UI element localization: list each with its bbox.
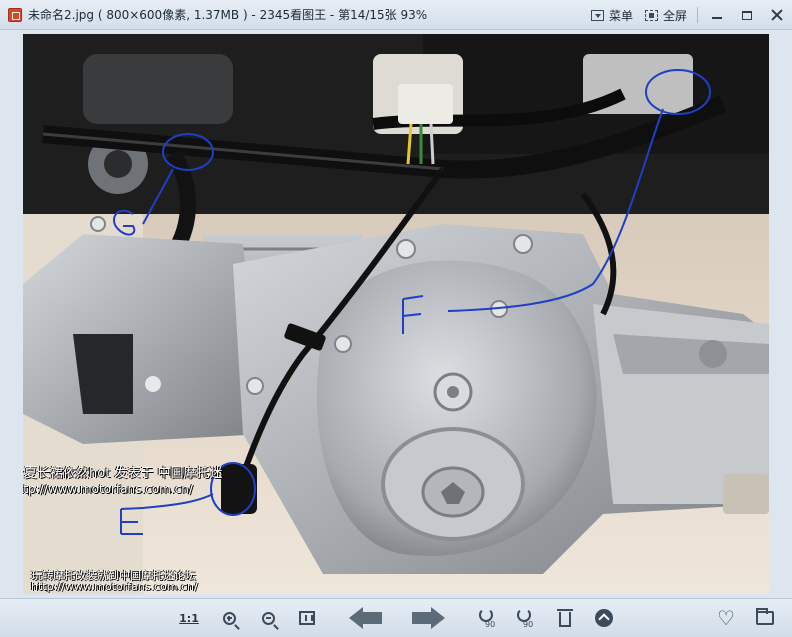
fit-window-icon [299, 611, 315, 625]
fullscreen-button[interactable]: 全屏 [639, 4, 693, 26]
favorite-button[interactable]: ♡ [713, 606, 739, 630]
maximize-icon [742, 10, 752, 20]
displayed-photo[interactable]: G F E 今夏长裙依然hot 发表于 中国摩托迷 http://www.mot… [23, 34, 769, 594]
app-icon [8, 7, 22, 22]
delete-icon [557, 609, 573, 627]
fullscreen-label: 全屏 [662, 8, 687, 23]
minimize-button[interactable] [702, 4, 732, 26]
rotate-left-degree: 90 [485, 620, 496, 629]
next-arrow-icon [411, 607, 445, 629]
rotate-left-button[interactable]: 90 [474, 606, 500, 630]
watermark-bottom-line2: http://www.motorfans.com.cn/ [31, 580, 198, 593]
rotate-right-degree: 90 [523, 620, 534, 629]
close-icon [771, 9, 783, 21]
scroll-up-button[interactable] [591, 606, 617, 630]
open-folder-button[interactable] [752, 606, 778, 630]
next-image-button[interactable] [410, 606, 446, 630]
menu-icon [590, 9, 604, 21]
zoom-out-button[interactable] [255, 606, 281, 630]
fit-window-button[interactable] [294, 606, 320, 630]
rotate-left-icon: 90 [477, 607, 497, 629]
menu-label: 菜单 [608, 8, 633, 23]
rotate-right-icon: 90 [515, 607, 535, 629]
open-folder-icon [756, 608, 774, 625]
menu-button[interactable]: 菜单 [585, 4, 639, 26]
delete-button[interactable] [552, 606, 578, 630]
actual-size-label: 1:1 [179, 611, 199, 625]
title-separator [697, 7, 698, 23]
zoom-in-button[interactable] [216, 606, 242, 630]
scroll-up-icon [595, 609, 613, 627]
close-button[interactable] [762, 4, 792, 26]
fullscreen-icon [644, 9, 658, 21]
actual-size-button[interactable]: 1:1 [176, 606, 202, 630]
title-bar: 未命名2.jpg ( 800×600像素, 1.37MB ) - 2345看图王… [0, 0, 792, 30]
zoom-in-icon [222, 611, 236, 625]
minimize-icon [712, 17, 722, 19]
title-actions: 菜单 全屏 [585, 0, 792, 30]
bottom-toolbar: 1:1 90 90 ♡ [0, 598, 792, 637]
zoom-out-icon [261, 611, 275, 625]
image-viewer-area[interactable]: G F E 今夏长裙依然hot 发表于 中国摩托迷 http://www.mot… [0, 30, 792, 598]
window-title: 未命名2.jpg ( 800×600像素, 1.37MB ) - 2345看图王… [28, 8, 428, 22]
prev-arrow-icon [349, 607, 383, 629]
watermark-top-line1: 今夏长裙依然hot 发表于 中国摩托迷 [23, 466, 223, 481]
rotate-right-button[interactable]: 90 [512, 606, 538, 630]
watermark-top-line2: http://www.motorfans.com.cn/ [23, 482, 193, 496]
engine-photo-illustration: G F E [23, 34, 769, 594]
previous-image-button[interactable] [348, 606, 384, 630]
maximize-button[interactable] [732, 4, 762, 26]
favorite-icon: ♡ [717, 606, 735, 630]
